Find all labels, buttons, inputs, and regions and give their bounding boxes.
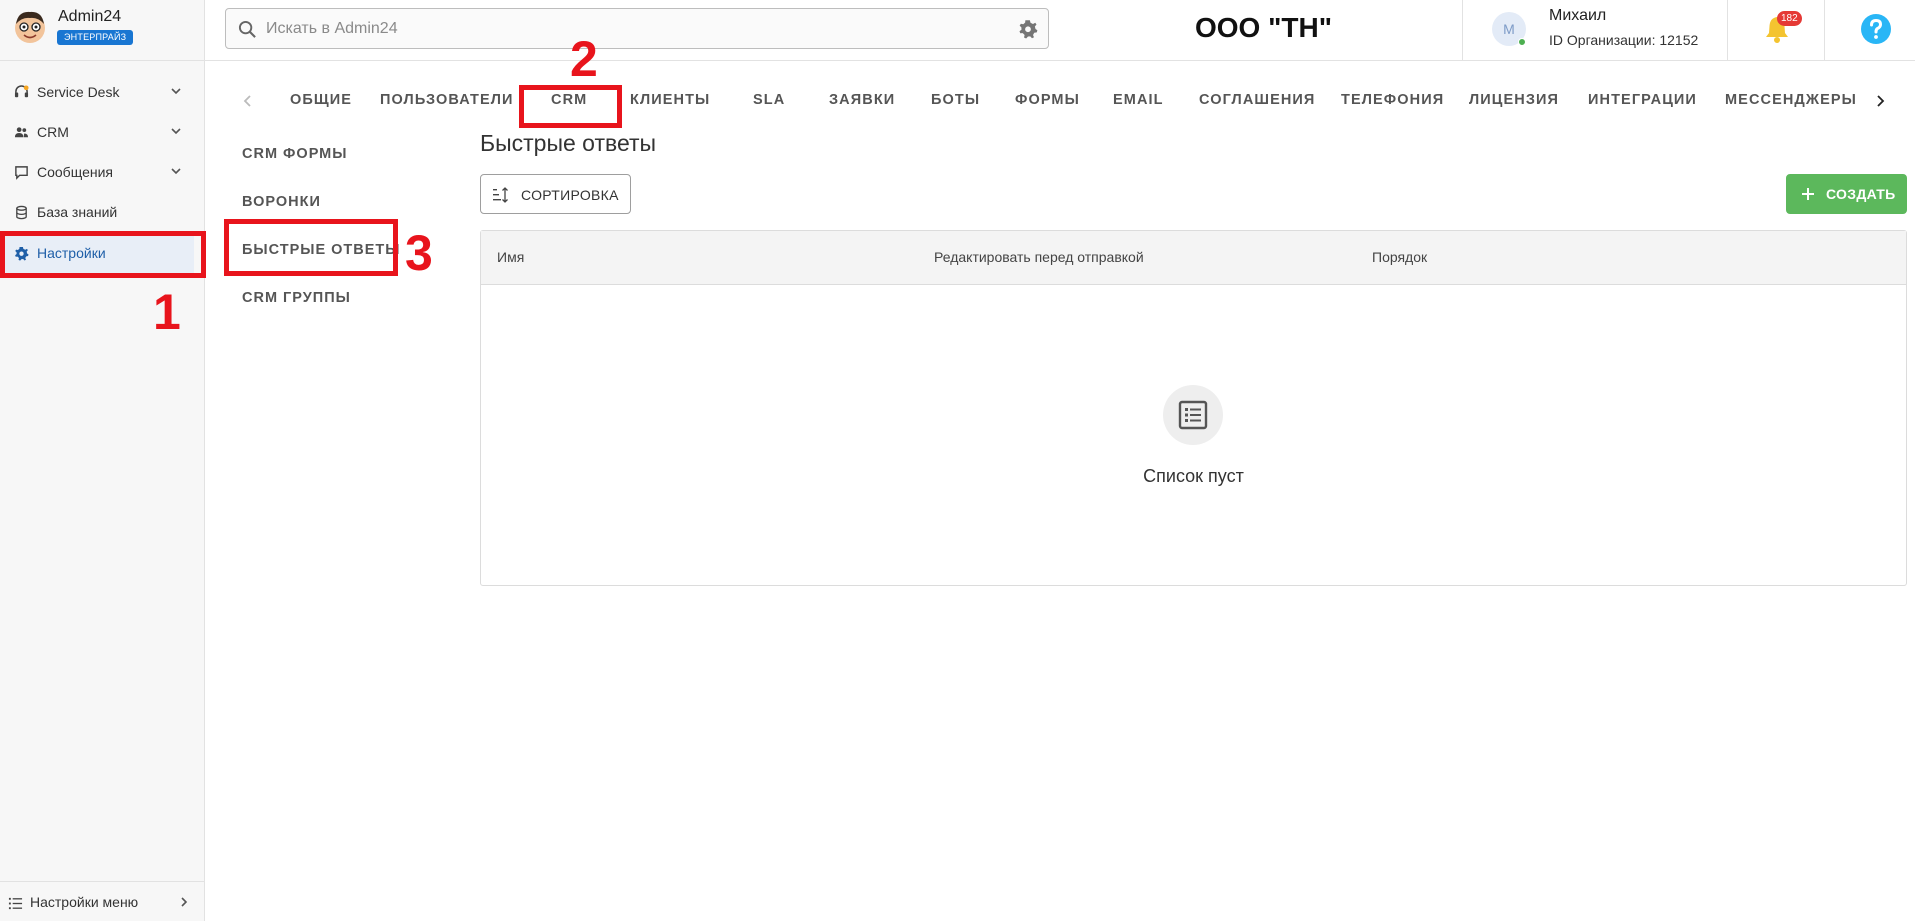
sort-icon bbox=[493, 187, 508, 203]
topbar: ООО "ТН" М Михаил ID Организации: 12152 … bbox=[205, 0, 1915, 61]
annotation-box-1 bbox=[0, 231, 206, 278]
sidebar-item-crm[interactable]: CRM bbox=[0, 112, 204, 152]
sort-button[interactable]: СОРТИРОВКА bbox=[480, 174, 631, 214]
tab-integrations[interactable]: ИНТЕГРАЦИИ bbox=[1588, 92, 1697, 108]
tab-general[interactable]: ОБЩИЕ bbox=[290, 92, 352, 108]
empty-state-icon-wrap bbox=[1163, 385, 1223, 445]
chevron-down-icon bbox=[171, 168, 181, 175]
tab-sla[interactable]: SLA bbox=[753, 92, 785, 108]
search-bar[interactable] bbox=[225, 8, 1049, 49]
sidebar: Admin24 ЭНТЕРПРАЙЗ Service Desk CRM Сооб… bbox=[0, 0, 205, 921]
create-button-label: СОЗДАТЬ bbox=[1826, 186, 1896, 202]
plan-badge: ЭНТЕРПРАЙЗ bbox=[57, 30, 134, 45]
tab-users[interactable]: ПОЛЬЗОВАТЕЛИ bbox=[380, 92, 514, 108]
sidebar-item-messages[interactable]: Сообщения bbox=[0, 152, 204, 192]
annotation-box-3 bbox=[224, 219, 398, 276]
chat-icon bbox=[15, 166, 28, 180]
help-icon[interactable] bbox=[1860, 13, 1892, 45]
tab-forms[interactable]: ФОРМЫ bbox=[1015, 92, 1080, 108]
list-icon bbox=[8, 897, 23, 910]
sidebar-item-service-desk[interactable]: Service Desk bbox=[0, 72, 204, 112]
column-header-order[interactable]: Порядок bbox=[1372, 249, 1427, 265]
sidebar-item-label: База знаний bbox=[37, 204, 118, 220]
sidebar-item-label: Сообщения bbox=[37, 164, 113, 180]
chevron-right-icon bbox=[181, 897, 188, 907]
tabs-scroll-right-icon[interactable] bbox=[1872, 93, 1888, 109]
tab-clients[interactable]: КЛИЕНТЫ bbox=[630, 92, 710, 108]
sidebar-item-label: Service Desk bbox=[37, 84, 120, 100]
tab-email[interactable]: EMAIL bbox=[1113, 92, 1164, 108]
tabs-scroll-left-icon[interactable] bbox=[240, 93, 256, 109]
search-settings-icon[interactable] bbox=[1018, 19, 1038, 39]
divider bbox=[1462, 0, 1463, 61]
brand-logo[interactable] bbox=[12, 9, 48, 45]
tab-license[interactable]: ЛИЦЕНЗИЯ bbox=[1469, 92, 1559, 108]
tab-messengers[interactable]: МЕССЕНДЖЕРЫ bbox=[1725, 92, 1857, 108]
quick-replies-table: Имя Редактировать перед отправкой Порядо… bbox=[480, 230, 1907, 586]
sort-button-label: СОРТИРОВКА bbox=[521, 187, 619, 203]
tab-telephony[interactable]: ТЕЛЕФОНИЯ bbox=[1341, 92, 1444, 108]
menu-settings-label: Настройки меню bbox=[30, 894, 139, 910]
create-button[interactable]: СОЗДАТЬ bbox=[1786, 174, 1907, 214]
divider bbox=[1824, 0, 1825, 61]
divider bbox=[1727, 0, 1728, 61]
tab-agreements[interactable]: СОГЛАШЕНИЯ bbox=[1199, 92, 1315, 108]
online-status-dot bbox=[1518, 38, 1526, 46]
users-icon bbox=[14, 127, 29, 138]
annotation-number-2: 2 bbox=[570, 31, 598, 87]
table-header: Имя Редактировать перед отправкой Порядо… bbox=[481, 231, 1906, 285]
chevron-down-icon bbox=[171, 128, 181, 135]
search-icon bbox=[238, 20, 256, 38]
plus-icon bbox=[1802, 188, 1814, 200]
subnav-crm-forms[interactable]: CRM ФОРМЫ bbox=[242, 146, 347, 162]
empty-state-text: Список пуст bbox=[1143, 466, 1244, 486]
headset-icon bbox=[14, 85, 29, 98]
tab-tickets[interactable]: ЗАЯВКИ bbox=[829, 92, 895, 108]
column-header-edit-before-send[interactable]: Редактировать перед отправкой bbox=[934, 249, 1144, 265]
list-alt-icon bbox=[1178, 400, 1208, 430]
chevron-down-icon bbox=[171, 88, 181, 95]
notification-badge: 182 bbox=[1777, 11, 1802, 26]
sidebar-item-label: CRM bbox=[37, 124, 69, 140]
tab-bots[interactable]: БОТЫ bbox=[931, 92, 980, 108]
organization-title: ООО "ТН" bbox=[1195, 12, 1332, 43]
annotation-box-2 bbox=[519, 85, 622, 128]
annotation-number-3: 3 bbox=[405, 225, 433, 281]
column-header-name[interactable]: Имя bbox=[497, 249, 524, 265]
page-title: Быстрые ответы bbox=[480, 130, 657, 156]
annotation-number-1: 1 bbox=[153, 284, 181, 340]
subnav-funnels[interactable]: ВОРОНКИ bbox=[242, 194, 321, 210]
brand-name: Admin24 bbox=[58, 8, 122, 25]
database-icon bbox=[16, 205, 27, 220]
subnav-crm-groups[interactable]: CRM ГРУППЫ bbox=[242, 290, 351, 306]
brand: Admin24 ЭНТЕРПРАЙЗ bbox=[0, 0, 204, 61]
menu-settings-button[interactable]: Настройки меню bbox=[0, 881, 204, 921]
search-input[interactable] bbox=[266, 16, 966, 42]
user-name[interactable]: Михаил bbox=[1549, 7, 1606, 25]
sidebar-item-knowledge-base[interactable]: База знаний bbox=[0, 192, 204, 232]
organization-id: ID Организации: 12152 bbox=[1549, 32, 1699, 48]
